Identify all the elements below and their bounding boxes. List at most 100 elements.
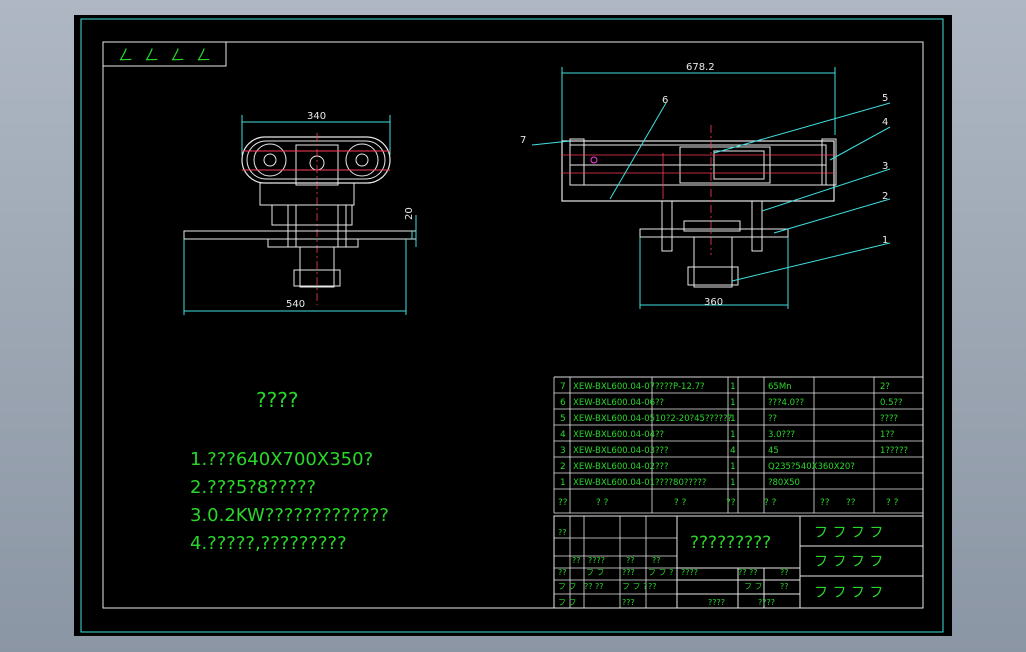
callout-7: 7 xyxy=(520,135,526,146)
bom-row-code: XEW-BXL600.04-04 xyxy=(573,430,655,440)
dim-right-base: 360 xyxy=(704,297,723,308)
bom-row-material: Q235?540X360X20? xyxy=(768,462,855,472)
bom-header-cell: ? ? xyxy=(596,498,609,508)
bom-row-code: XEW-BXL600.04-02 xyxy=(573,462,655,472)
title-block-cell: ?? xyxy=(652,556,661,565)
bom-header-cell: ?? xyxy=(846,498,856,508)
bom-row-note: ???? xyxy=(880,414,898,424)
title-block-cell: ???? xyxy=(588,556,605,565)
bom-row-material: 45 xyxy=(768,446,779,456)
callout-2: 2 xyxy=(882,191,888,202)
bom-row-name: ????P-12.7? xyxy=(655,382,705,392)
bom-row-qty: 1 xyxy=(730,478,736,488)
right-view: 678.2 360 1 2 3 4 5 6 7 xyxy=(520,62,891,309)
title-block-cell: ??? xyxy=(622,598,635,607)
title-right-1: フ フ フ フ xyxy=(814,525,883,541)
title-block-cell: ?? xyxy=(648,582,657,591)
title-block-cell: ?? ?? xyxy=(738,568,758,577)
bom-row-material: ?80X50 xyxy=(768,478,800,488)
bom-header-cell: ? ? xyxy=(764,498,777,508)
bom-row-no: 3 xyxy=(560,446,566,456)
technical-notes: ???? 1.???640X700X350? 2.???5?8????? 3.0… xyxy=(190,388,389,554)
callout-5: 5 xyxy=(882,93,888,104)
cad-drawing-viewport[interactable]: ㄥ ㄥ ㄥ ㄥ 340 20 540 678.2 360 1 2 3 4 5 6… xyxy=(74,15,952,636)
bom-row-code: XEW-BXL600.04-07 xyxy=(573,382,655,392)
corner-glyph-1: ㄥ xyxy=(118,46,133,64)
bom-row-qty: 1 xyxy=(730,462,736,472)
bom-row-qty: 1 xyxy=(730,430,736,440)
note-line-1: 1.???640X700X350? xyxy=(190,449,373,470)
bom-row-no: 2 xyxy=(560,462,566,472)
bom-row-note: 0.5?? xyxy=(880,398,903,408)
title-right-3: フ フ フ フ xyxy=(814,585,883,601)
bom-row-no: 5 xyxy=(560,414,566,424)
bom-row-code: XEW-BXL600.04-03 xyxy=(573,446,655,456)
dim-left-top: 340 xyxy=(307,111,326,122)
bom-row-no: 1 xyxy=(560,478,566,488)
title-block-cell: ?? xyxy=(558,568,567,577)
bom-row-name: ?? xyxy=(655,430,664,440)
title-block-cell: フ フ xyxy=(558,582,577,591)
title-block-cell: ?? xyxy=(780,568,789,577)
title-block-cell: フ フ xyxy=(558,598,577,607)
bom-header-cell: ? ? xyxy=(674,498,687,508)
title-block-cell: ??? xyxy=(622,568,635,577)
bom-header-cell: ?? xyxy=(726,498,736,508)
bom-row-no: 4 xyxy=(560,430,566,440)
bom-row-name: 10?2-20?45?????? xyxy=(655,414,732,424)
callout-1: 1 xyxy=(882,235,888,246)
bom-row-material: 3.0??? xyxy=(768,430,795,440)
left-view: 340 20 540 xyxy=(183,111,417,315)
drawing-title: ????????? xyxy=(690,533,771,553)
bom-table: 7 XEW-BXL600.04-07 ????P-12.7? 1 65Mn 2? 6 XEW-… xyxy=(553,376,924,514)
bom-header-cell: ?? xyxy=(558,498,568,508)
note-line-2: 2.???5?8????? xyxy=(190,477,316,498)
title-block-cell: ???? xyxy=(758,598,775,607)
bom-row-code: XEW-BXL600.04-06 xyxy=(573,398,655,408)
callout-4: 4 xyxy=(882,117,888,128)
drawing-sheet: ㄥ ㄥ ㄥ ㄥ 340 20 540 678.2 360 1 2 3 4 5 6… xyxy=(80,18,944,633)
bom-row-name: ??? xyxy=(655,446,669,456)
title-block-cell: ?? xyxy=(572,556,581,565)
callout-6: 6 xyxy=(662,95,668,106)
title-block-cell: ?? xyxy=(626,556,635,565)
bom-header-cell: ?? xyxy=(820,498,830,508)
title-block-cell: ?? xyxy=(558,528,567,537)
bom-row-code: XEW-BXL600.04-01 xyxy=(573,478,655,488)
dim-left-height: 20 xyxy=(404,207,415,220)
bom-row-note: 2? xyxy=(880,382,890,392)
bom-row-material: ???4.0?? xyxy=(768,398,804,408)
bom-row-name: ????80????? xyxy=(655,478,706,488)
notes-heading: ???? xyxy=(256,388,298,412)
title-block-cell: フ フ ? xyxy=(622,582,647,591)
bom-row-qty: 1 xyxy=(730,382,736,392)
title-block-cell: ???? xyxy=(681,568,698,577)
bom-row-note: 1????? xyxy=(880,446,908,456)
bom-row-name: ??? xyxy=(655,462,669,472)
bom-row-qty: 4 xyxy=(730,446,736,456)
bom-row-name: ?? xyxy=(655,398,664,408)
title-block-cell: フ フ xyxy=(586,568,605,577)
bom-row-qty: 1 xyxy=(730,414,736,424)
bom-row-material: 65Mn xyxy=(768,382,792,392)
bom-header-cell: ? ? xyxy=(886,498,899,508)
bom-row-no: 7 xyxy=(560,382,566,392)
bom-row-code: XEW-BXL600.04-05 xyxy=(573,414,655,424)
note-line-4: 4.?????,????????? xyxy=(190,533,347,554)
title-block-cell: ?? xyxy=(780,582,789,591)
bom-row-no: 6 xyxy=(560,398,566,408)
callout-3: 3 xyxy=(882,161,888,172)
title-right-2: フ フ フ フ xyxy=(814,554,883,570)
bom-row-qty: 1 xyxy=(730,398,736,408)
title-block: ????????? フ フ フ フ フ フ フ フ フ フ フ フ ??????… xyxy=(553,515,924,609)
bom-row-material: ?? xyxy=(768,414,777,424)
dim-left-base: 540 xyxy=(286,299,305,310)
corner-glyph-3: ㄥ xyxy=(170,46,185,64)
corner-glyph-2: ㄥ xyxy=(144,46,159,64)
corner-glyph-4: ㄥ xyxy=(196,46,211,64)
title-block-cell: ?? ?? xyxy=(584,582,604,591)
bom-row-note: 1?? xyxy=(880,430,894,440)
title-block-cell: ???? xyxy=(708,598,725,607)
corner-code-box: ㄥ ㄥ ㄥ ㄥ xyxy=(102,41,227,67)
dim-right-top: 678.2 xyxy=(686,62,715,73)
